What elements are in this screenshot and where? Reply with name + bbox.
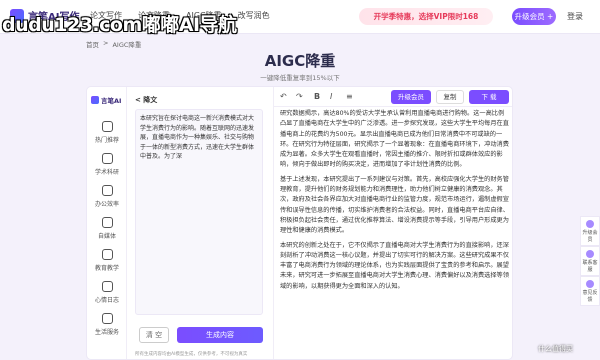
tool-card: 言笔AI 热门推荐 学术科研 办公效率 自媒体 教育教学 心情日志 生活服务 <… xyxy=(86,86,513,360)
sidebar-item-label: 教育教学 xyxy=(94,265,119,272)
service-icon xyxy=(101,313,113,324)
redo-icon[interactable]: ↷ xyxy=(296,92,303,101)
float-service[interactable]: 联系客服 xyxy=(580,246,600,276)
fire-icon xyxy=(101,121,113,132)
generate-button[interactable]: 生成内容 xyxy=(177,327,263,343)
sidebar-item-label: 心情日志 xyxy=(94,297,119,304)
category-sidebar: 言笔AI 热门推荐 学术科研 办公效率 自媒体 教育教学 心情日志 生活服务 xyxy=(87,87,127,359)
promo-banner[interactable]: 开学季特惠，选择VIP限时168 xyxy=(359,8,493,25)
nav-link-rewrite[interactable]: 改写润色 xyxy=(238,10,270,21)
login-link[interactable]: 登录 xyxy=(567,11,583,22)
upgrade-member-button[interactable]: 升级会员 + xyxy=(512,8,556,25)
input-panel-title[interactable]: < 降文 xyxy=(135,95,157,105)
page-subtitle: 一键降低重复率到15%以下 xyxy=(260,74,340,82)
breadcrumb-separator: > xyxy=(103,39,109,47)
breadcrumb: 首页 > AIGC降重 xyxy=(86,39,141,49)
media-icon xyxy=(101,217,113,228)
sidebar-item-label: 生活服务 xyxy=(94,329,119,336)
ai-disclaimer: 所有生成内容均由AI模型生成，仅供参考，不可视为真实 xyxy=(135,352,248,357)
logo-icon xyxy=(91,96,99,104)
align-icon[interactable]: ≡ xyxy=(346,92,353,101)
download-button[interactable]: 下 载 xyxy=(469,90,509,104)
breadcrumb-current: AIGC降重 xyxy=(112,41,142,49)
sidebar-item-office[interactable]: 办公效率 xyxy=(87,185,127,208)
sidebar-item-label: 热门推荐 xyxy=(94,137,119,144)
source-text-input[interactable]: 本研究旨在探讨电商这一新兴消费模式对大学生消费行为的影响。随着互联网的迅速发展，… xyxy=(135,109,263,315)
heart-icon xyxy=(101,281,113,292)
clear-button[interactable]: 清 空 xyxy=(139,327,169,343)
headset-icon xyxy=(586,250,594,258)
feedback-icon xyxy=(586,280,594,288)
sidebar-item-life[interactable]: 生活服务 xyxy=(87,313,127,336)
sidebar-item-label: 自媒体 xyxy=(97,233,116,240)
sidebar-item-label: 学术科研 xyxy=(94,169,119,176)
copy-button[interactable]: 复制 xyxy=(436,90,464,104)
source-credit: 什么值得买 xyxy=(538,345,573,353)
output-text[interactable]: 研究数据揭示，高达80%的受访大学生承认曾利用直播电商进行购物。这一高比例凸显了… xyxy=(280,109,510,357)
sidebar-item-label: 办公效率 xyxy=(94,201,119,208)
floating-sidebar: 升级会员 联系客服 意见反馈 xyxy=(580,216,600,306)
italic-button[interactable]: I xyxy=(330,92,332,101)
float-upgrade[interactable]: 升级会员 xyxy=(580,216,600,246)
watermark-overlay: dudu123.com嘟嘟AI导航 xyxy=(2,14,237,36)
float-feedback[interactable]: 意见反馈 xyxy=(580,276,600,306)
float-label: 升级会员 xyxy=(582,230,598,243)
output-paragraph: 研究数据揭示，高达80%的受访大学生承认曾利用直播电商进行购物。这一高比例凸显了… xyxy=(280,110,509,169)
output-paragraph: 本研究的创新之处在于，它不仅揭示了直播电商对大学生消费行为的直接影响，还深刻剖析… xyxy=(280,241,509,290)
bold-button[interactable]: B xyxy=(314,92,320,101)
sidebar-item-media[interactable]: 自媒体 xyxy=(87,217,127,240)
sidebar-brand-name: 言笔AI xyxy=(101,97,122,105)
sidebar-brand: 言笔AI xyxy=(91,95,121,105)
education-icon xyxy=(101,249,113,260)
page-title: AIGC降重 xyxy=(264,52,336,70)
output-panel: ↶ ↷ B I ≡ 升级会员 复制 下 载 研究数据揭示，高达80%的受访大学生… xyxy=(273,87,512,359)
input-panel: < 降文 本研究旨在探讨电商这一新兴消费模式对大学生消费行为的影响。随着互联网的… xyxy=(131,87,269,359)
output-paragraph: 基于上述发现，本研究提出了一系列建议与对策。首先，高校应强化大学生的财务管理教育… xyxy=(280,175,509,235)
breadcrumb-home[interactable]: 首页 xyxy=(86,39,99,49)
float-label: 意见反馈 xyxy=(582,290,598,303)
academic-icon xyxy=(101,153,113,164)
sidebar-item-academic[interactable]: 学术科研 xyxy=(87,153,127,176)
sidebar-item-hot[interactable]: 热门推荐 xyxy=(87,121,127,144)
sidebar-item-journal[interactable]: 心情日志 xyxy=(87,281,127,304)
undo-icon[interactable]: ↶ xyxy=(280,92,287,101)
briefcase-icon xyxy=(101,185,113,196)
crown-icon xyxy=(586,220,594,228)
float-label: 联系客服 xyxy=(582,260,598,273)
editor-toolbar: ↶ ↷ B I ≡ 升级会员 复制 下 载 xyxy=(274,87,512,107)
sidebar-item-education[interactable]: 教育教学 xyxy=(87,249,127,272)
upgrade-button[interactable]: 升级会员 xyxy=(391,90,431,104)
